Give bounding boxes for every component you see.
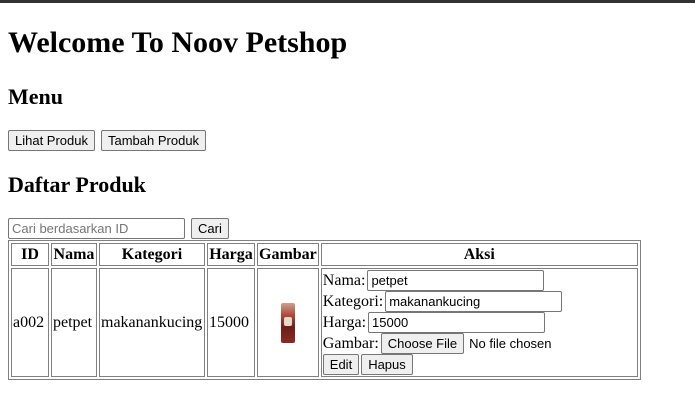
- header-kategori: Kategori: [99, 243, 205, 266]
- cell-nama: petpet: [51, 268, 97, 377]
- product-list-heading: Daftar Produk: [8, 172, 146, 197]
- menu-buttons: Lihat Produk Tambah Produk: [8, 130, 208, 151]
- search-bar: Cari: [8, 218, 231, 239]
- cell-kategori: makanankucing: [99, 268, 205, 377]
- search-button[interactable]: Cari: [191, 218, 229, 239]
- form-row-nama: Nama:: [323, 270, 636, 291]
- header-gambar: Gambar: [257, 243, 319, 266]
- edit-product-form: Nama: Kategori: Harga: Gambar:: [322, 270, 636, 375]
- harga-input[interactable]: [368, 312, 546, 333]
- table-header-row: ID Nama Kategori Harga Gambar Aksi: [11, 243, 638, 266]
- nama-label: Nama:: [322, 271, 366, 289]
- harga-label: Harga:: [322, 313, 367, 331]
- product-table: ID Nama Kategori Harga Gambar Aksi a002 …: [8, 240, 641, 380]
- gambar-label: Gambar:: [322, 334, 379, 352]
- choose-file-button[interactable]: Choose File: [380, 333, 465, 354]
- header-id: ID: [11, 243, 49, 266]
- file-status: No file chosen: [469, 336, 552, 351]
- form-row-kategori: Kategori:: [323, 291, 636, 312]
- cell-aksi: Nama: Kategori: Harga: Gambar:: [320, 268, 638, 377]
- page-title: Welcome To Noov Petshop: [8, 26, 348, 59]
- cell-harga: 15000: [207, 268, 255, 377]
- cell-gambar: [257, 268, 319, 377]
- kategori-input[interactable]: [385, 291, 563, 312]
- header-aksi: Aksi: [320, 243, 638, 266]
- header-harga: Harga: [207, 243, 255, 266]
- cell-id: a002: [11, 268, 49, 377]
- cat-food-bag-image: [280, 302, 295, 343]
- kategori-label: Kategori:: [322, 292, 384, 310]
- table-row: a002 petpet makanankucing 15000 Nama: Ka…: [11, 268, 638, 377]
- form-row-gambar: Gambar: Choose File No file chosen: [323, 333, 636, 354]
- form-row-harga: Harga:: [323, 312, 636, 333]
- search-input[interactable]: [8, 218, 185, 239]
- header-nama: Nama: [51, 243, 97, 266]
- form-row-actions: Edit Hapus: [322, 354, 636, 375]
- view-products-button[interactable]: Lihat Produk: [8, 130, 95, 151]
- menu-heading: Menu: [8, 84, 63, 109]
- edit-button[interactable]: Edit: [322, 354, 360, 375]
- add-product-button[interactable]: Tambah Produk: [101, 130, 207, 151]
- delete-button[interactable]: Hapus: [361, 354, 413, 375]
- top-border: [0, 0, 695, 3]
- nama-input[interactable]: [367, 270, 545, 291]
